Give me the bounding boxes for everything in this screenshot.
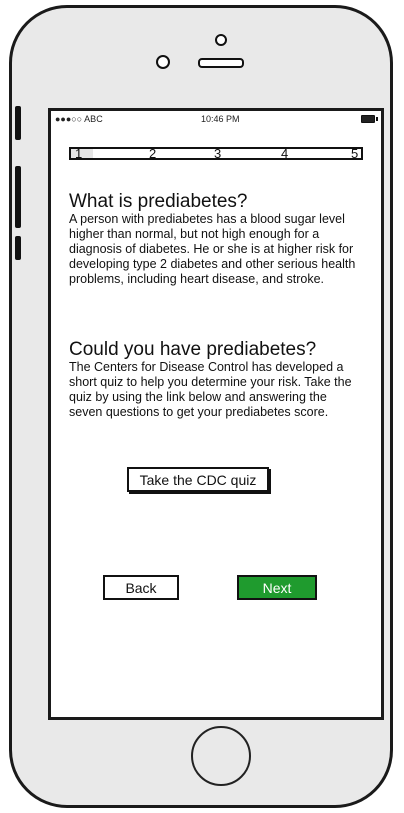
section-title: What is prediabetes? xyxy=(69,191,248,212)
section-body: A person with prediabetes has a blood su… xyxy=(69,212,356,286)
sensor-icon xyxy=(215,34,227,46)
status-time: 10:46 PM xyxy=(201,114,240,124)
section-could-you: Could you have prediabetes? The Centers … xyxy=(69,339,359,420)
mute-switch xyxy=(15,106,21,140)
step-1[interactable]: 1 xyxy=(75,146,82,161)
screen: ●●●○○ ABC 10:46 PM 1 2 3 4 5 What is pre… xyxy=(48,108,384,720)
section-what-is: What is prediabetes? A person with predi… xyxy=(69,191,359,287)
next-button[interactable]: Next xyxy=(237,575,317,600)
step-3[interactable]: 3 xyxy=(214,146,221,161)
step-5[interactable]: 5 xyxy=(351,146,358,161)
home-button[interactable] xyxy=(191,726,251,786)
speaker-grille xyxy=(198,58,244,68)
phone-frame: ●●●○○ ABC 10:46 PM 1 2 3 4 5 What is pre… xyxy=(9,5,393,808)
take-quiz-button[interactable]: Take the CDC quiz xyxy=(127,467,269,492)
status-bar: ●●●○○ ABC 10:46 PM xyxy=(51,111,381,129)
battery-icon xyxy=(361,115,378,123)
section-body: The Centers for Disease Control has deve… xyxy=(69,360,352,419)
step-2[interactable]: 2 xyxy=(149,146,156,161)
camera-icon xyxy=(156,55,170,69)
step-4[interactable]: 4 xyxy=(281,146,288,161)
section-title: Could you have prediabetes? xyxy=(69,339,317,360)
carrier-signal: ●●●○○ ABC xyxy=(55,114,103,124)
step-indicator: 1 2 3 4 5 xyxy=(69,146,363,161)
back-button[interactable]: Back xyxy=(103,575,179,600)
volume-up-button xyxy=(15,166,21,228)
volume-down-button xyxy=(15,236,21,260)
